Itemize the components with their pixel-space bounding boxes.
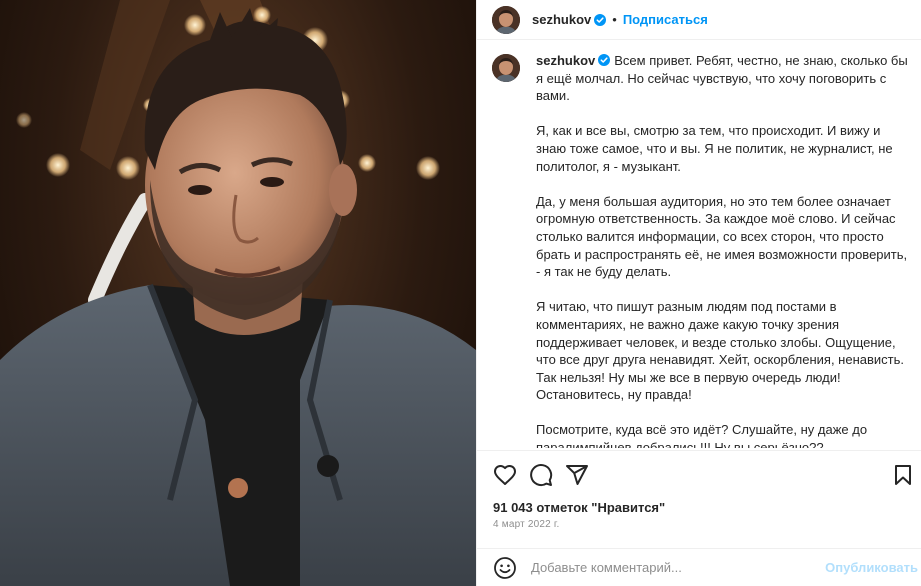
portrait-photo	[0, 0, 476, 586]
caption-avatar[interactable]	[492, 54, 520, 82]
verified-badge-icon	[594, 13, 607, 26]
publish-button[interactable]: Опубликовать	[825, 560, 918, 575]
post-header: sezhukov • Подписаться	[477, 0, 921, 40]
like-count[interactable]: 91 043 отметок "Нравится"	[493, 500, 665, 515]
caption-paragraph: Посмотрите, куда всё это идёт? Слушайте,…	[536, 422, 868, 448]
caption-paragraph: Да, у меня большая аудитория, но это тем…	[536, 193, 908, 280]
bookmark-icon[interactable]	[891, 463, 915, 487]
avatar-image	[492, 5, 520, 34]
post-photo[interactable]	[0, 0, 476, 586]
paper-plane-icon[interactable]	[565, 463, 589, 487]
smiley-icon[interactable]	[493, 556, 517, 580]
heart-icon[interactable]	[493, 463, 517, 487]
caption-area: sezhukov Всем привет. Ребят, честно, не з…	[492, 52, 910, 448]
post-date[interactable]: 4 март 2022 г.	[493, 519, 560, 530]
comment-icon[interactable]	[529, 463, 553, 487]
username[interactable]: sezhukov	[532, 12, 591, 27]
caption-paragraph: Я, как и все вы, смотрю за тем, что прои…	[536, 123, 893, 174]
comment-input[interactable]	[531, 560, 826, 575]
caption-paragraph: Я читаю, что пишут разным людям под пост…	[536, 299, 904, 403]
action-bar	[477, 450, 921, 496]
caption-paragraph: sezhukov Всем привет. Ребят, честно, не з…	[536, 52, 910, 105]
caption-username[interactable]: sezhukov	[536, 53, 595, 68]
verified-badge-icon	[598, 54, 611, 66]
caption-text: sezhukov Всем привет. Ребят, честно, не з…	[536, 52, 910, 448]
avatar[interactable]	[492, 5, 520, 34]
follow-button[interactable]: Подписаться	[623, 12, 708, 27]
separator-dot: •	[612, 12, 617, 27]
comment-bar: Опубликовать	[477, 548, 921, 586]
post-details-panel: sezhukov • Подписаться sezhukov Всем прив…	[476, 0, 921, 586]
avatar-image	[492, 54, 520, 82]
